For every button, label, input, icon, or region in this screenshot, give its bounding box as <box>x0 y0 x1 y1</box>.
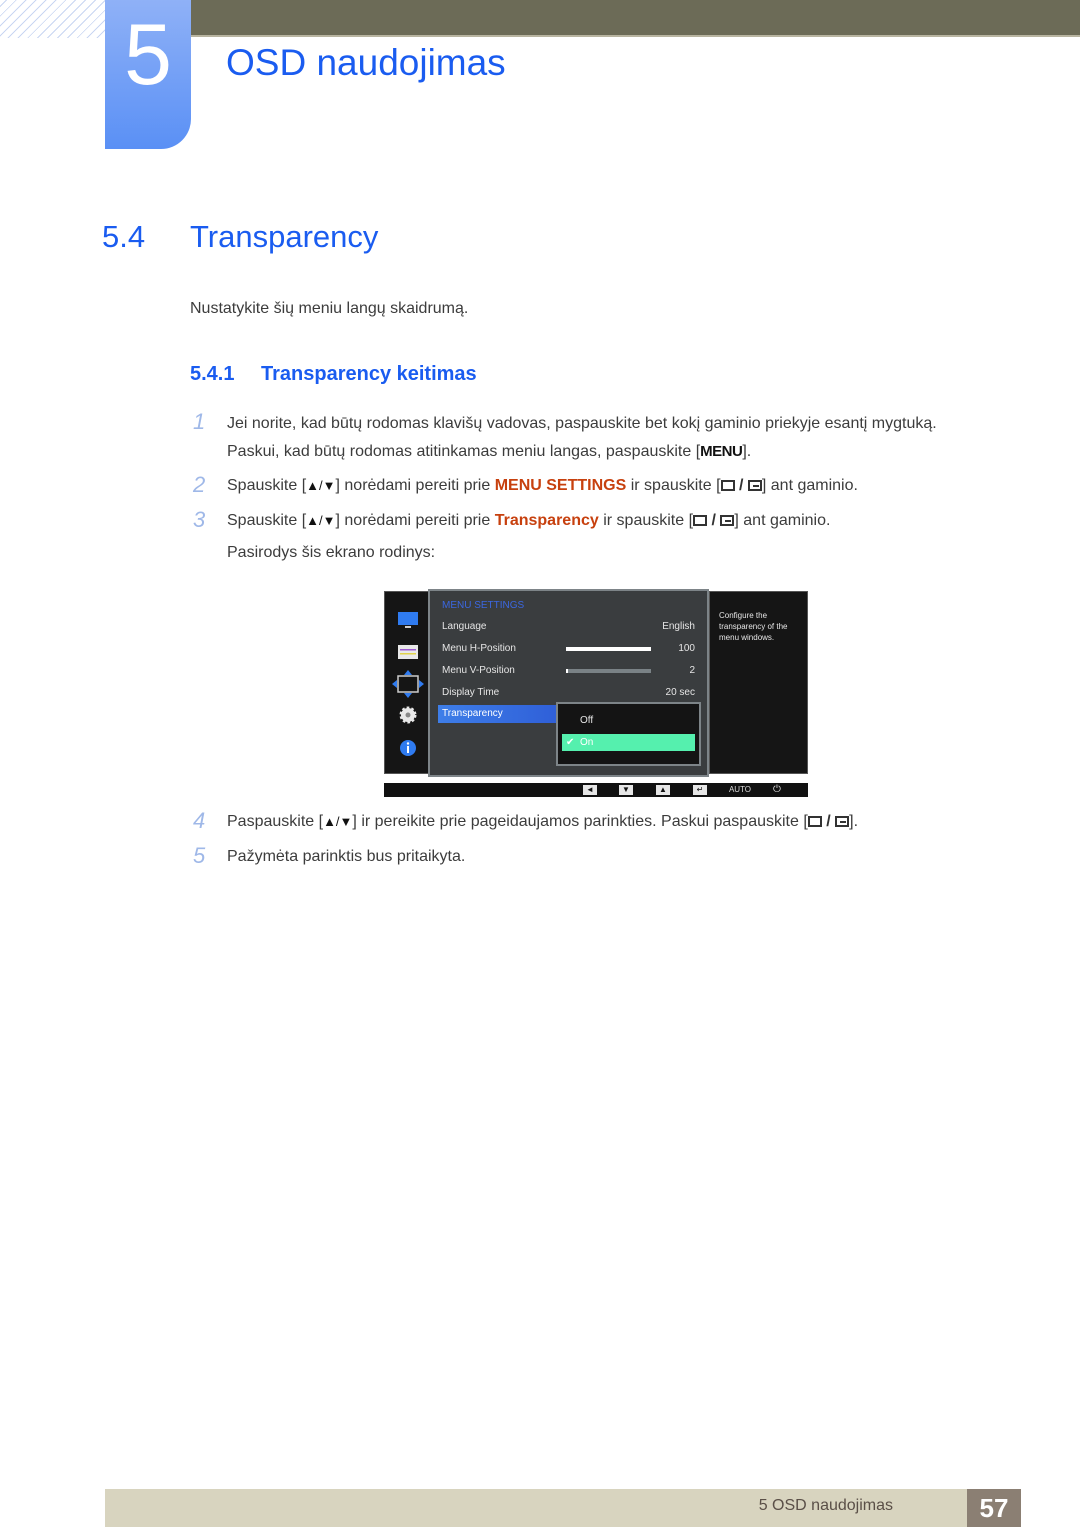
up-down-arrows-icon: ▲/▼ <box>306 478 336 493</box>
step-text-fragment: ] ant gaminio. <box>734 512 831 529</box>
section-title: Transparency <box>190 219 379 254</box>
osd-icon-column <box>384 591 430 774</box>
auto-button[interactable]: AUTO <box>726 785 754 795</box>
page-footer: 5 OSD naudojimas 57 <box>105 1489 1021 1527</box>
transparency-highlight: Transparency <box>494 512 599 529</box>
step-3-text-line2: Pasirodys šis ekrano rodinys: <box>227 544 436 561</box>
settings-gear-icon <box>399 706 417 724</box>
step-number: 2 <box>193 472 206 497</box>
step-number: 5 <box>193 843 206 868</box>
left-arrow-icon[interactable]: ◄ <box>583 785 597 795</box>
slider-fill <box>566 669 568 673</box>
enter-icon[interactable]: ↵ <box>693 785 707 795</box>
osd-row-menu-v-position[interactable]: Menu V-Position <box>442 665 515 676</box>
step-3-text: Spauskite [▲/▼] norėdami pereiti prie Tr… <box>227 512 831 529</box>
menu-settings-highlight: MENU SETTINGS <box>494 477 627 494</box>
osd-value-display-time: 20 sec <box>665 687 695 698</box>
step-text-fragment: ] norėdami pereiti prie <box>335 477 495 494</box>
osd-row-language[interactable]: Language <box>442 621 487 632</box>
page-number: 57 <box>967 1489 1021 1527</box>
osd-description-panel: Configure the transparency of the menu w… <box>709 591 808 774</box>
osd-menu-title: MENU SETTINGS <box>442 600 525 611</box>
chapter-number: 5 <box>124 7 172 103</box>
step-4-text: Paspauskite [▲/▼] ir pereikite prie page… <box>227 813 859 830</box>
h-position-slider[interactable] <box>566 647 651 651</box>
step-5-text: Pažymėta parinktis bus pritaikyta. <box>227 848 466 865</box>
source-button-icon <box>693 515 708 526</box>
osd-screenshot: MENU SETTINGS Language English Menu H-Po… <box>384 589 808 797</box>
enter-button-icon <box>835 816 850 827</box>
step-2-text: Spauskite [▲/▼] norėdami pereiti prie ME… <box>227 477 858 494</box>
step-number: 1 <box>193 409 206 434</box>
picture-icon <box>398 612 418 628</box>
submenu-option-on[interactable]: ✔ On <box>562 734 695 751</box>
step-number: 3 <box>193 507 206 532</box>
step-text-fragment: ir spauskite [ <box>626 477 721 494</box>
checkmark-icon: ✔ <box>566 737 575 748</box>
submenu-option-off[interactable]: Off <box>562 712 695 729</box>
step-text-fragment: ] ant gaminio. <box>761 477 858 494</box>
section-number: 5.4 <box>102 219 146 254</box>
information-icon <box>400 740 416 756</box>
up-down-arrows-icon: ▲/▼ <box>306 513 336 528</box>
step-text-fragment: ] norėdami pereiti prie <box>335 512 495 529</box>
source-button-icon <box>720 480 735 491</box>
osd-main-menu: MENU SETTINGS Language English Menu H-Po… <box>428 589 709 777</box>
osd-button-bar: ◄ ▼ ▲ ↵ AUTO ⏻ <box>384 783 808 797</box>
section-intro: Nustatykite šių meniu langų skaidrumą. <box>190 300 469 317</box>
power-icon[interactable]: ⏻ <box>770 785 784 795</box>
step-1-text: Jei norite, kad būtų rodomas klavišų vad… <box>227 415 937 432</box>
step-text-fragment: ] ir pereikite prie pageidaujamos parink… <box>352 813 808 830</box>
position-icon <box>392 670 424 698</box>
osd-value-v-position: 2 <box>689 665 695 676</box>
footer-chapter-label: 5 OSD naudojimas <box>758 1497 893 1514</box>
step-number: 4 <box>193 808 206 833</box>
chapter-tab: 5 <box>105 0 191 149</box>
chapter-title: OSD naudojimas <box>226 42 506 83</box>
subsection-number: 5.4.1 <box>190 363 235 385</box>
transparency-submenu: Off ✔ On <box>556 702 701 766</box>
option-label: Off <box>580 715 594 726</box>
step-text-fragment: ir spauskite [ <box>598 512 694 529</box>
step-text-fragment: Paskui, kad būtų rodomas atitinkamas men… <box>227 443 701 460</box>
enter-button-icon <box>720 515 735 526</box>
up-arrow-icon[interactable]: ▲ <box>656 785 670 795</box>
menu-key-label: MENU <box>700 443 743 460</box>
subsection-title: Transparency keitimas <box>261 363 477 385</box>
source-button-icon <box>807 816 822 827</box>
header-hatch-pattern <box>0 0 105 38</box>
osd-description: Configure the transparency of the menu w… <box>719 611 788 642</box>
down-arrow-icon[interactable]: ▼ <box>619 785 633 795</box>
osd-row-transparency[interactable]: Transparency <box>438 705 558 723</box>
up-down-arrows-icon: ▲/▼ <box>323 814 353 829</box>
step-text-fragment: ]. <box>849 813 859 830</box>
step-text-fragment: Paspauskite [ <box>227 813 324 830</box>
step-1-text-line2: Paskui, kad būtų rodomas atitinkamas men… <box>227 443 751 461</box>
step-text-fragment: Spauskite [ <box>227 477 307 494</box>
osd-value-language: English <box>662 621 695 632</box>
slider-fill <box>566 647 651 651</box>
osd-row-transparency-label: Transparency <box>442 708 503 719</box>
enter-button-icon <box>747 480 762 491</box>
option-label: On <box>580 737 594 748</box>
header-bar <box>190 0 1080 37</box>
osd-row-menu-h-position[interactable]: Menu H-Position <box>442 643 516 654</box>
osd-row-display-time[interactable]: Display Time <box>442 687 499 698</box>
step-text-fragment: Spauskite [ <box>227 512 307 529</box>
osd-value-h-position: 100 <box>678 643 695 654</box>
onscreen-display-icon <box>398 645 418 659</box>
step-text-fragment: ]. <box>742 443 752 460</box>
v-position-slider[interactable] <box>566 669 651 673</box>
